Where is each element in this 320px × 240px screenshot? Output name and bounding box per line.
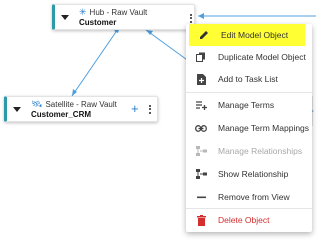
hub-node[interactable]: ✳ Hub - Raw Vault Customer xyxy=(52,4,195,30)
hub-name: Customer xyxy=(79,18,117,27)
menu-item-remove-from-view[interactable]: Remove from View xyxy=(186,186,312,208)
menu-item-delete-object[interactable]: Delete Object xyxy=(186,209,312,231)
menu-item-label: Duplicate Model Object xyxy=(218,52,306,62)
satellite-type-label: Satellite - Raw Vault xyxy=(45,100,117,109)
menu-item-manage-relationships[interactable]: Manage Relationships xyxy=(186,140,312,162)
menu-item-label: Manage Term Mappings xyxy=(218,123,310,133)
menu-item-label: Manage Terms xyxy=(218,100,275,110)
menu-item-edit-model-object[interactable]: Edit Model Object xyxy=(189,24,305,46)
menu-item-manage-terms[interactable]: Manage Terms xyxy=(186,94,312,116)
hub-asterisk-icon: ✳ xyxy=(79,7,87,17)
more-options-icon[interactable] xyxy=(145,102,155,116)
show-relationship-icon xyxy=(194,168,208,180)
copy-icon xyxy=(194,52,208,62)
context-menu: Edit Model Object Duplicate Model Object… xyxy=(186,24,312,232)
satellite-type-row: 🛰 Satellite - Raw Vault xyxy=(31,99,117,110)
menu-item-label: Add to Task List xyxy=(218,74,278,84)
hub-type-label: Hub - Raw Vault xyxy=(89,8,148,17)
menu-item-manage-term-mappings[interactable]: Manage Term Mappings xyxy=(186,117,312,139)
add-file-icon xyxy=(194,73,208,85)
relationships-icon xyxy=(194,145,208,157)
menu-item-duplicate-model-object[interactable]: Duplicate Model Object xyxy=(186,46,312,68)
hub-type-row: ✳ Hub - Raw Vault xyxy=(79,7,148,18)
satellite-name: Customer_CRM xyxy=(31,110,92,119)
minus-icon xyxy=(194,196,208,199)
link-icon xyxy=(194,124,208,132)
playlist-add-icon xyxy=(194,100,208,110)
hub-right-arrowhead xyxy=(198,13,204,19)
menu-item-label: Show Relationship xyxy=(218,169,289,179)
menu-item-add-to-task-list[interactable]: Add to Task List xyxy=(186,68,312,90)
model-canvas[interactable]: ✳ Hub - Raw Vault Customer 🛰 Satellite -… xyxy=(0,0,317,240)
diagonal-link xyxy=(145,29,191,63)
menu-item-show-relationship[interactable]: Show Relationship xyxy=(186,163,312,185)
menu-item-label: Manage Relationships xyxy=(218,146,303,156)
hub-satellite-link xyxy=(71,25,121,97)
menu-separator xyxy=(186,92,312,93)
more-options-icon[interactable] xyxy=(186,11,196,25)
trash-icon xyxy=(194,214,208,226)
pencil-icon xyxy=(197,30,211,40)
menu-item-label: Delete Object xyxy=(218,215,270,225)
add-icon[interactable]: + xyxy=(131,102,139,115)
expand-caret-icon[interactable] xyxy=(13,107,21,112)
expand-caret-icon[interactable] xyxy=(61,15,69,20)
menu-item-label: Remove from View xyxy=(218,192,290,202)
satellite-icon: 🛰 xyxy=(31,99,43,109)
menu-item-label: Edit Model Object xyxy=(221,30,289,40)
satellite-node[interactable]: 🛰 Satellite - Raw Vault Customer_CRM + xyxy=(4,96,158,122)
